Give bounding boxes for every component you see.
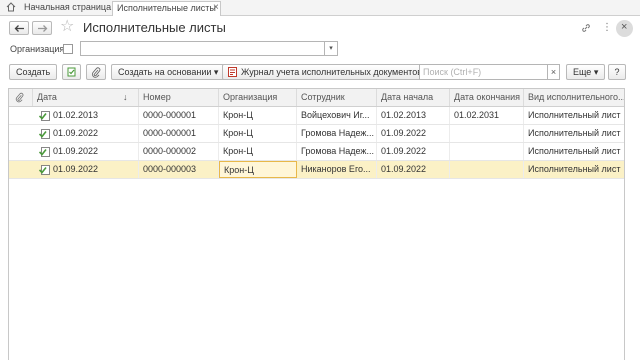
organization-label: Организация: (10, 44, 67, 54)
cell-kind[interactable]: Исполнительный лист (524, 107, 624, 124)
column-header-employee[interactable]: Сотрудник (297, 89, 377, 106)
cell-end-date[interactable]: 01.02.2031 (450, 107, 524, 124)
tab-home[interactable]: Начальная страница (20, 1, 115, 14)
column-header-date[interactable]: Дата ↓ (33, 89, 139, 106)
cell-start-date[interactable]: 01.09.2022 (377, 125, 450, 142)
journal-button-label: Журнал учета исполнительных документов (241, 67, 422, 77)
column-header-end-date[interactable]: Дата окончания (450, 89, 524, 106)
journal-report-icon (228, 67, 237, 77)
table-row-selected[interactable]: 01.09.2022 0000-000003 Крон-Ц Никаноров … (9, 161, 624, 179)
cell-start-date[interactable]: 01.09.2022 (377, 161, 450, 178)
search-input[interactable]: Поиск (Ctrl+F) (419, 64, 548, 80)
close-form-button[interactable]: × (616, 20, 633, 37)
attachments-column-header[interactable] (9, 89, 33, 106)
cell-kind[interactable]: Исполнительный лист (524, 125, 624, 142)
home-icon[interactable] (6, 2, 16, 12)
cell-end-date[interactable] (450, 161, 524, 178)
paperclip-icon (91, 67, 101, 78)
back-button[interactable] (9, 21, 29, 35)
attach-button[interactable] (86, 64, 106, 80)
column-header-date-label: Дата (37, 92, 57, 102)
cell-date[interactable]: 01.02.2013 (33, 107, 139, 124)
column-header-number[interactable]: Номер (139, 89, 219, 106)
table-row[interactable]: 01.02.2013 0000-000001 Крон-Ц Войцехович… (9, 107, 624, 125)
post-button[interactable] (62, 64, 81, 80)
cell-employee[interactable]: Громова Надеж... (297, 125, 377, 142)
cell-organization[interactable]: Крон-Ц (219, 107, 297, 124)
cell-date[interactable]: 01.09.2022 (33, 143, 139, 160)
cell-end-date[interactable] (450, 125, 524, 142)
tab-bar: Начальная страница Исполнительные листы … (0, 0, 640, 16)
more-menu-icon[interactable]: ⋮ (602, 22, 612, 33)
cell-number[interactable]: 0000-000001 (139, 107, 219, 124)
tab-exec-lists[interactable]: Исполнительные листы (112, 1, 221, 16)
cell-date[interactable]: 01.09.2022 (33, 125, 139, 142)
organization-field[interactable] (80, 41, 325, 56)
cell-number[interactable]: 0000-000002 (139, 143, 219, 160)
help-button[interactable]: ? (608, 64, 626, 80)
search-clear-icon[interactable]: × (548, 64, 560, 80)
journal-button[interactable]: Журнал учета исполнительных документов (222, 64, 429, 80)
exec-lists-table: Дата ↓ Номер Организация Сотрудник Дата … (8, 88, 625, 360)
organization-checkbox[interactable] (63, 44, 73, 54)
sort-desc-icon: ↓ (123, 92, 128, 102)
cell-organization[interactable]: Крон-Ц (219, 143, 297, 160)
column-header-kind[interactable]: Вид исполнительного... (524, 89, 624, 106)
cell-date[interactable]: 01.09.2022 (33, 161, 139, 178)
post-doc-icon (67, 67, 76, 77)
column-header-organization[interactable]: Организация (219, 89, 297, 106)
cell-number[interactable]: 0000-000001 (139, 125, 219, 142)
cell-organization[interactable]: Крон-Ц (219, 125, 297, 142)
tab-close-icon[interactable]: × (213, 1, 219, 14)
page-title: Исполнительные листы (83, 20, 226, 35)
link-icon[interactable] (581, 23, 591, 33)
cell-start-date[interactable]: 01.09.2022 (377, 143, 450, 160)
column-header-start-date[interactable]: Дата начала (377, 89, 450, 106)
table-row[interactable]: 01.09.2022 0000-000002 Крон-Ц Громова На… (9, 143, 624, 161)
cell-organization-focused[interactable]: Крон-Ц (219, 161, 297, 178)
more-button[interactable]: Еще ▾ (566, 64, 606, 80)
cell-end-date[interactable] (450, 143, 524, 160)
cell-kind[interactable]: Исполнительный лист (524, 143, 624, 160)
arrow-right-icon (38, 25, 48, 32)
cell-kind[interactable]: Исполнительный лист (524, 161, 624, 178)
create-button[interactable]: Создать (9, 64, 58, 80)
favorite-star-icon[interactable]: ☆ (60, 18, 74, 36)
cell-start-date[interactable]: 01.02.2013 (377, 107, 450, 124)
table-row[interactable]: 01.09.2022 0000-000001 Крон-Ц Громова На… (9, 125, 624, 143)
arrow-left-icon (14, 25, 24, 32)
cell-number[interactable]: 0000-000003 (139, 161, 219, 178)
create-based-on-button[interactable]: Создать на основании ▾ (111, 64, 226, 80)
organization-dropdown-button[interactable]: ▾ (325, 41, 338, 56)
paperclip-icon (15, 92, 24, 103)
close-icon: × (621, 21, 628, 33)
table-header: Дата ↓ Номер Организация Сотрудник Дата … (9, 89, 624, 107)
cell-employee[interactable]: Никаноров Его... (297, 161, 377, 178)
forward-button[interactable] (32, 21, 52, 35)
cell-employee[interactable]: Громова Надеж... (297, 143, 377, 160)
cell-employee[interactable]: Войцехович Иг... (297, 107, 377, 124)
